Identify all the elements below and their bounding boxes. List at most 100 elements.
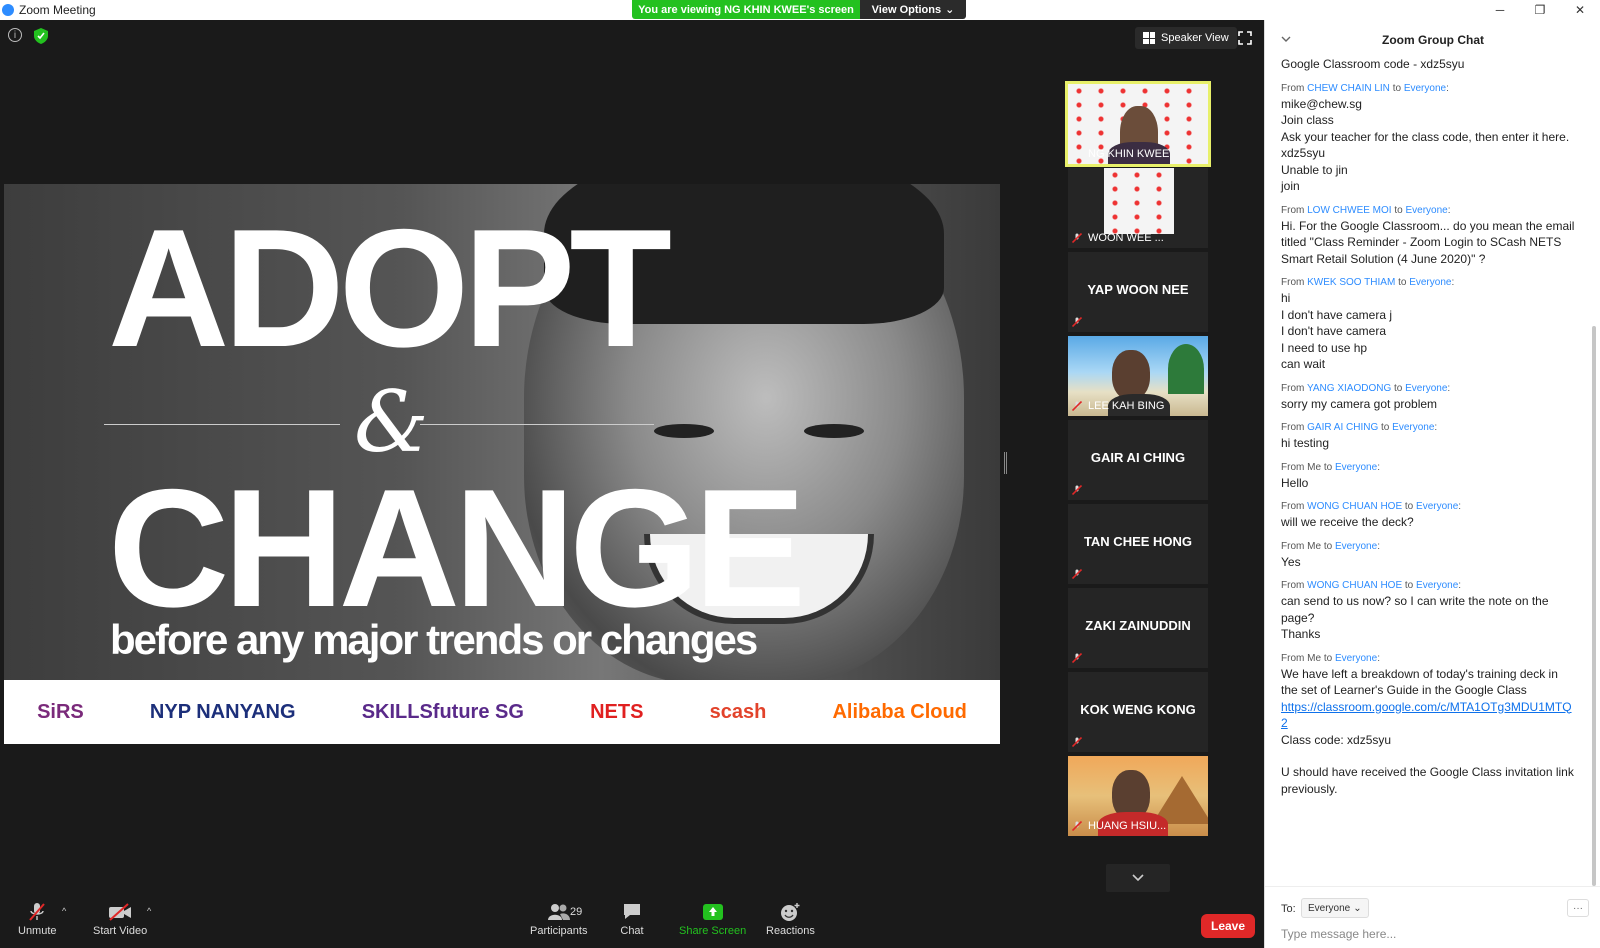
sender-name[interactable]: YANG XIAODONG <box>1307 383 1391 394</box>
chevron-down-icon: ⌄ <box>945 4 955 16</box>
chat-message-line: xdz5syu <box>1281 146 1326 160</box>
chat-more-button[interactable]: ··· <box>1567 899 1589 917</box>
close-window-button[interactable]: ✕ <box>1560 0 1600 20</box>
slide-subtitle: before any major trends or changes <box>110 616 758 663</box>
chat-message-list[interactable]: Google Classroom code - xdz5syu From CHE… <box>1265 56 1591 886</box>
share-screen-button[interactable]: Share Screen <box>679 902 746 937</box>
chat-message-group: From WONG CHUAN HOE to Everyone: will we … <box>1281 501 1577 531</box>
chat-message-line: can send to us now? so I can write the n… <box>1281 594 1549 625</box>
chat-message-line: Google Classroom code - xdz5syu <box>1281 57 1465 71</box>
reactions-button[interactable]: Reactions <box>766 902 815 937</box>
restore-button[interactable]: ❐ <box>1520 0 1560 20</box>
participant-tile[interactable]: ZAKI ZAINUDDIN <box>1068 588 1208 668</box>
chat-message-line: https://classroom.google.com/c/MTA1OTg3M… <box>1281 699 1577 732</box>
muted-mic-icon <box>1072 569 1082 579</box>
resize-handle[interactable] <box>1004 452 1007 474</box>
participant-tile[interactable]: GAIR AI CHING <box>1068 420 1208 500</box>
chat-sender-line: From WONG CHUAN HOE to Everyone: <box>1281 580 1462 591</box>
start-video-button[interactable]: Start Video <box>93 902 147 937</box>
gallery-scroll-down-button[interactable] <box>1106 864 1170 892</box>
recipient-name[interactable]: Everyone <box>1335 541 1377 552</box>
chat-button[interactable]: Chat <box>619 902 645 937</box>
view-options-label: View Options <box>871 3 942 16</box>
chat-message-line: I don't have camera <box>1281 324 1387 338</box>
chat-message-line: join <box>1281 179 1300 193</box>
chat-message-group: From YANG XIAODONG to Everyone: sorry my … <box>1281 383 1577 413</box>
recipient-name[interactable]: Everyone <box>1335 653 1377 664</box>
sender-name[interactable]: GAIR AI CHING <box>1307 422 1378 433</box>
to-word: to <box>1404 501 1414 512</box>
video-options-caret[interactable]: ^ <box>147 906 151 916</box>
chat-message-group: From CHEW CHAIN LIN to Everyone: mike@che… <box>1281 83 1577 195</box>
chat-title: Zoom Group Chat <box>1382 33 1484 47</box>
encryption-shield-icon[interactable] <box>34 28 48 44</box>
view-options-button[interactable]: View Options ⌄ <box>860 0 966 19</box>
chevron-down-icon <box>1132 874 1144 882</box>
from-prefix: From <box>1281 277 1305 288</box>
audio-options-caret[interactable]: ^ <box>62 906 66 916</box>
minimize-button[interactable]: ─ <box>1480 0 1520 20</box>
participant-tile[interactable]: HUANG HSIU... <box>1068 756 1208 836</box>
participant-tile[interactable]: KOK WENG KONG <box>1068 672 1208 752</box>
participant-name: NG KHIN KWEE <box>1088 148 1170 160</box>
chat-message-line: mike@chew.sg <box>1281 96 1362 111</box>
scrollbar-thumb[interactable] <box>1592 326 1596 886</box>
participants-label: Participants <box>530 925 588 937</box>
share-screen-label: Share Screen <box>679 925 747 937</box>
participant-tile[interactable]: NG KHIN KWEE <box>1065 81 1211 167</box>
participant-tile[interactable]: LEE KAH BING <box>1068 336 1208 416</box>
recipient-name[interactable]: Everyone <box>1409 277 1451 288</box>
recipient-name[interactable]: Everyone <box>1405 383 1447 394</box>
recipient-name[interactable]: Everyone <box>1335 462 1377 473</box>
to-word: to <box>1394 382 1403 394</box>
muted-mic-icon <box>24 902 50 922</box>
unmute-button[interactable]: Unmute <box>18 902 57 937</box>
partner-logo: NETS <box>590 700 644 723</box>
reactions-smiley-icon <box>777 902 803 922</box>
recipient-name[interactable]: Everyone <box>1416 580 1458 591</box>
chat-message-line: Hi. For the Google Classroom... do you m… <box>1281 218 1575 266</box>
chat-message-line: Hello <box>1281 475 1309 490</box>
chevron-down-icon[interactable] <box>1281 34 1291 44</box>
sender-name[interactable]: KWEK SOO THIAM <box>1307 277 1395 288</box>
leave-button[interactable]: Leave <box>1201 914 1255 938</box>
recipient-name[interactable]: Everyone <box>1405 205 1447 216</box>
sender-name[interactable]: WONG CHUAN HOE <box>1307 580 1402 591</box>
info-icon[interactable]: i <box>8 28 22 42</box>
chat-message-line: Unable to jin <box>1281 162 1348 177</box>
partner-logo: SKILLSfuture SG <box>361 700 524 723</box>
recipient-name[interactable]: Everyone <box>1404 83 1446 94</box>
sender-name[interactable]: CHEW CHAIN LIN <box>1307 83 1390 94</box>
participant-tile[interactable]: YAP WOON NEE <box>1068 252 1208 332</box>
participant-name: ZAKI ZAINUDDIN <box>1085 618 1191 633</box>
from-prefix: From <box>1281 580 1305 591</box>
chat-message-line: sorry my camera got problem <box>1281 396 1438 411</box>
chat-message-line: Ask your teacher for the class code, the… <box>1281 129 1570 144</box>
from-prefix: From <box>1281 501 1305 512</box>
muted-mic-icon <box>1072 821 1082 831</box>
sender-name[interactable]: WONG CHUAN HOE <box>1307 501 1402 512</box>
recipient-name[interactable]: Everyone <box>1392 422 1434 433</box>
fullscreen-icon[interactable] <box>1238 31 1252 45</box>
to-word: to <box>1398 277 1407 288</box>
participant-name: TAN CHEE HONG <box>1083 534 1193 549</box>
to-word: to <box>1323 461 1333 473</box>
chat-message-input[interactable] <box>1281 925 1581 943</box>
speaker-view-button[interactable]: Speaker View <box>1135 27 1237 49</box>
reactions-label: Reactions <box>766 925 815 937</box>
slide-title-change: CHANGE <box>108 454 806 642</box>
chat-link[interactable]: https://classroom.google.com/c/MTA1OTg3M… <box>1281 700 1572 731</box>
recipient-name[interactable]: Everyone <box>1416 501 1458 512</box>
partner-logo: SiRS <box>37 700 84 723</box>
chat-message-line: hi <box>1281 291 1291 305</box>
chat-message-line: Yes <box>1281 554 1301 569</box>
recipient-select[interactable]: Everyone ⌄ <box>1301 898 1369 918</box>
participant-tile[interactable]: WOON WEE ... <box>1068 168 1208 248</box>
share-banner-text: You are viewing NG KHIN KWEE's screen <box>632 0 860 19</box>
sender-name[interactable]: LOW CHWEE MOI <box>1307 205 1391 216</box>
to-word: to <box>1323 540 1333 552</box>
participant-tile[interactable]: TAN CHEE HONG <box>1068 504 1208 584</box>
chat-message-line <box>1281 748 1577 764</box>
chat-scrollbar[interactable] <box>1591 76 1597 886</box>
muted-mic-icon <box>1072 317 1082 327</box>
